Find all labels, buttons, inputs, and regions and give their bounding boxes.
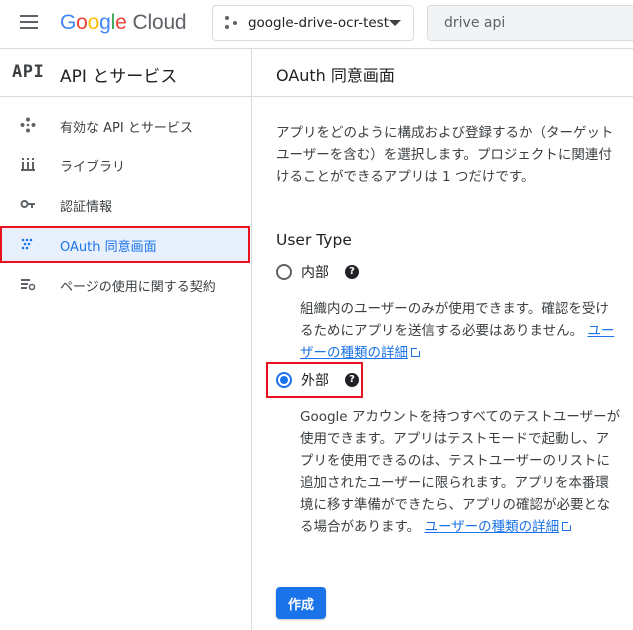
user-type-heading: User Type xyxy=(276,231,352,249)
internal-description: 組織内のユーザーのみが使用できます。確認を受けるためにアプリを送信する必要はあり… xyxy=(300,301,615,361)
radio-internal[interactable] xyxy=(276,264,292,280)
sidebar-item-label: 認証情報 xyxy=(60,200,113,215)
sidebar-divider xyxy=(251,48,252,630)
menu-icon[interactable] xyxy=(20,15,40,31)
user-type-details-link[interactable]: ユーザーの種類の詳細 xyxy=(424,519,559,535)
sidebar-title: API とサービス xyxy=(60,67,178,87)
project-icon xyxy=(225,16,238,30)
page-title: OAuth 同意画面 xyxy=(276,66,395,85)
api-logo: API xyxy=(12,62,45,82)
sidebar-item-page-usage-agreements[interactable]: ページの使用に関する契約 xyxy=(0,266,250,302)
top-bar: Google Cloud google-drive-ocr-test drive … xyxy=(0,0,633,48)
google-cloud-logo[interactable]: Google Cloud xyxy=(60,11,187,35)
project-name: google-drive-ocr-test xyxy=(247,15,389,31)
topbar-divider xyxy=(0,48,633,49)
sidebar-item-label: OAuth 同意画面 xyxy=(60,240,157,255)
settings-list-icon xyxy=(20,276,36,292)
library-icon xyxy=(20,156,36,172)
help-icon[interactable]: ? xyxy=(345,373,359,387)
diamond-dots-icon xyxy=(20,117,36,133)
sidebar-item-library[interactable]: ライブラリ xyxy=(0,146,250,182)
help-icon[interactable]: ? xyxy=(345,265,359,279)
sidebar-header-divider xyxy=(0,96,251,97)
create-button[interactable]: 作成 xyxy=(276,587,326,619)
project-selector[interactable]: google-drive-ocr-test xyxy=(212,5,414,41)
sidebar-item-label: ライブラリ xyxy=(60,160,126,175)
intro-text: アプリをどのように構成および登録するか（ターゲット ユーザーを含む）を選択します… xyxy=(276,125,614,185)
sidebar-item-label: ページの使用に関する契約 xyxy=(60,280,216,295)
chevron-down-icon xyxy=(389,20,401,26)
external-link-icon xyxy=(562,521,573,531)
sidebar-item-enabled-apis[interactable]: 有効な API とサービス xyxy=(0,107,250,143)
external-description: Google アカウントを持つすべてのテストユーザーが使用できます。アプリはテス… xyxy=(300,409,621,535)
radio-label-internal: 内部 xyxy=(301,265,329,281)
key-icon xyxy=(20,196,36,212)
user-type-external-option[interactable]: 外部 ? xyxy=(276,368,359,392)
consent-dots-icon xyxy=(20,236,36,252)
radio-label-external: 外部 xyxy=(301,373,329,389)
user-type-internal-option[interactable]: 内部 ? xyxy=(276,260,359,284)
external-link-icon xyxy=(411,347,421,357)
radio-external[interactable] xyxy=(276,372,292,388)
content-header-divider xyxy=(252,96,633,97)
sidebar-item-credentials[interactable]: 認証情報 xyxy=(0,186,250,222)
search-input[interactable]: drive api xyxy=(427,5,633,41)
sidebar-item-label: 有効な API とサービス xyxy=(60,121,193,136)
sidebar-item-oauth-consent[interactable]: OAuth 同意画面 xyxy=(0,226,250,262)
